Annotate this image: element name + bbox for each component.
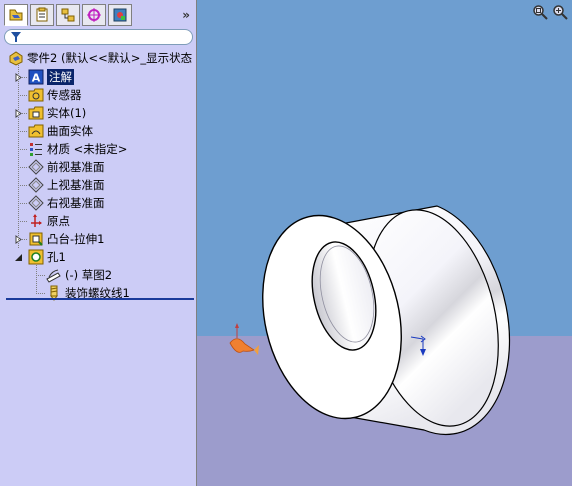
tree-connector-lines (18, 65, 46, 294)
model-scene (229, 197, 519, 439)
graphics-area[interactable] (197, 0, 572, 486)
configurationmanager-icon (61, 8, 75, 22)
filter-icon (11, 32, 21, 42)
propertymanager-icon (36, 7, 48, 22)
propertymanager-tab[interactable] (30, 4, 54, 26)
panel-tabs (4, 4, 132, 28)
display-manager-icon (113, 8, 127, 22)
dimxpert-tab[interactable] (82, 4, 106, 26)
configurationmanager-tab[interactable] (56, 4, 80, 26)
crosshair-icon (87, 8, 101, 22)
featuremanager-tab[interactable] (4, 4, 28, 26)
reference-triad-icon (229, 323, 259, 355)
more-tabs-button[interactable]: » (182, 8, 190, 22)
cylinder-body[interactable] (244, 197, 519, 439)
rollback-bar[interactable] (6, 298, 194, 300)
filter-input[interactable] (4, 29, 193, 45)
display-tab[interactable] (108, 4, 132, 26)
feature-manager-panel: » 零件2 (默认<<默认>_显示状态 A 注解 传感器 实体(1) 曲面实体 … (0, 0, 197, 486)
featuremanager-icon (9, 9, 23, 21)
